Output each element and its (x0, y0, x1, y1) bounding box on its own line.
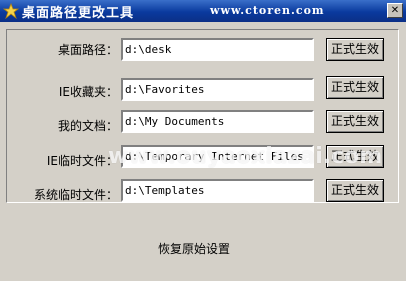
documents-apply-button[interactable]: 正式生效 (326, 110, 384, 133)
my-documents-field[interactable]: d:\My Documents (121, 110, 314, 133)
app-icon (3, 3, 19, 19)
window-title: 桌面路径更改工具 (22, 6, 135, 21)
title-url: www.ctoren.com (210, 4, 325, 17)
title-bar: 桌面路径更改工具 www.ctoren.com ✕ (0, 0, 406, 22)
close-icon: ✕ (390, 5, 400, 16)
ie-favorites-field[interactable]: d:\Favorites (121, 78, 314, 101)
ie-temp-apply-button[interactable]: 正式生效 (326, 145, 384, 168)
desktop-path-label: 桌面路径： (57, 43, 118, 57)
system-temp-apply-button[interactable]: 正式生效 (326, 179, 384, 202)
favorites-apply-button[interactable]: 正式生效 (326, 76, 384, 99)
system-temp-field[interactable]: d:\Templates (121, 179, 314, 202)
ie-temp-field[interactable]: d:\Temporary Internet Files (121, 145, 314, 168)
my-documents-label: 我的文档： (57, 119, 118, 133)
window-client: 桌面路径： d:\desk 正式生效 IE收藏夹： d:\Favorites 正… (0, 22, 406, 281)
desktop-apply-button[interactable]: 正式生效 (326, 38, 384, 61)
ie-favorites-label: IE收藏夹： (58, 85, 118, 99)
ie-temp-label: IE临时文件： (46, 154, 118, 168)
system-temp-label: 系统临时文件： (33, 188, 118, 202)
restore-defaults-button[interactable]: 恢复原始设置 (158, 240, 230, 257)
desktop-path-field[interactable]: d:\desk (121, 38, 314, 61)
close-button[interactable]: ✕ (387, 3, 403, 18)
